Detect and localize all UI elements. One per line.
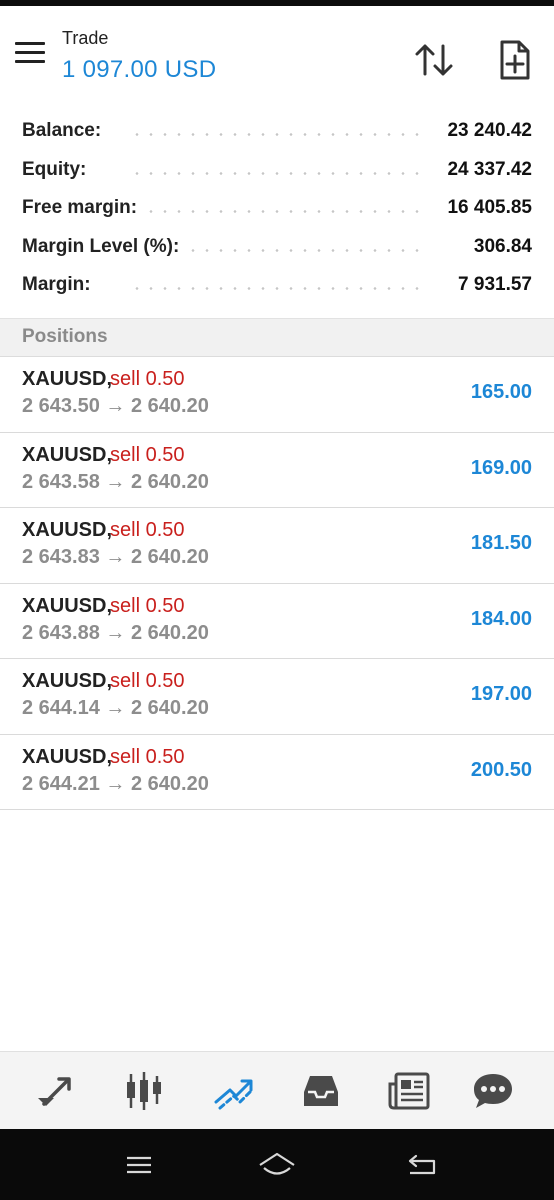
position-row[interactable]: XAUUSD, sell 0.50 2 643.50 → 2 640.20 16… [0,357,554,433]
position-symbol: XAUUSD, [22,443,113,466]
position-profit: 169.00 [470,456,532,479]
summary-label: Margin: [22,274,101,296]
position-side: sell 0.50 [110,670,185,692]
position-side: sell 0.50 [110,519,185,541]
position-profit: 200.50 [470,758,532,781]
summary-row-free-margin: Free margin: 16 405.85 [0,189,554,228]
chart-icon [127,1072,161,1110]
history-icon [304,1076,338,1106]
summary-value: 24 337.42 [437,158,532,181]
position-prices: 2 643.50 → 2 640.20 [22,395,209,417]
position-row[interactable]: XAUUSD, sell 0.50 2 643.88 → 2 640.20 18… [0,584,554,659]
account-summary: Balance: 23 240.42 Equity: 24 337.42 Fre… [0,112,554,305]
recent-apps-button[interactable] [117,1149,161,1181]
position-symbol: XAUUSD, [22,670,113,692]
summary-label: Balance: [22,120,112,142]
position-profit: 165.00 [470,381,532,403]
summary-value: 7 931.57 [448,274,532,296]
summary-row-margin-level: Margin Level (%): 306.84 [0,228,554,267]
new-order-icon [500,40,530,80]
news-icon [388,1072,430,1110]
position-side: sell 0.50 [110,594,185,617]
position-side: sell 0.50 [110,443,185,466]
position-symbol: XAUUSD, [22,368,113,390]
position-prices: 2 643.88 → 2 640.20 [22,621,209,644]
nav-chart[interactable] [120,1066,170,1116]
position-profit: 197.00 [470,683,532,705]
summary-label: Margin Level (%): [22,235,190,258]
position-prices: 2 643.83 → 2 640.20 [22,546,209,568]
position-row[interactable]: XAUUSD, sell 0.50 2 643.83 → 2 640.20 18… [0,508,554,584]
nav-messages[interactable] [468,1066,518,1116]
nav-history[interactable] [296,1066,346,1116]
position-symbol: XAUUSD, [22,594,113,617]
position-symbol: XAUUSD, [22,745,113,768]
summary-label: Free margin: [22,197,148,219]
nav-news[interactable] [384,1066,434,1116]
bottom-navigation [0,1051,554,1129]
account-profit: 1 097.00 USD [62,56,217,83]
position-row[interactable]: XAUUSD, sell 0.50 2 644.21 → 2 640.20 20… [0,735,554,810]
position-profit: 184.00 [470,607,532,630]
app-header: Trade 1 097.00 USD [0,6,554,104]
position-prices: 2 644.14 → 2 640.20 [22,697,209,719]
positions-list: XAUUSD, sell 0.50 2 643.50 → 2 640.20 16… [0,357,554,810]
position-side: sell 0.50 [110,368,185,390]
position-row[interactable]: XAUUSD, sell 0.50 2 644.14 → 2 640.20 19… [0,659,554,735]
quotes-icon [38,1077,71,1106]
summary-row-equity: Equity: 24 337.42 [0,151,554,190]
summary-value: 306.84 [463,235,532,258]
position-side: sell 0.50 [110,745,185,768]
positions-header-label: Positions [22,326,108,347]
position-symbol: XAUUSD, [22,519,113,541]
position-prices: 2 643.58 → 2 640.20 [22,470,209,493]
position-prices: 2 644.21 → 2 640.20 [22,772,209,795]
back-icon [408,1154,436,1175]
home-icon [259,1152,295,1175]
summary-row-balance: Balance: 23 240.42 [0,112,554,151]
summary-value: 23 240.42 [437,120,532,142]
nav-trade[interactable] [208,1066,258,1116]
position-row[interactable]: XAUUSD, sell 0.50 2 643.58 → 2 640.20 16… [0,433,554,508]
home-button[interactable] [255,1149,299,1181]
summary-value: 16 405.85 [437,197,532,219]
recent-apps-icon [127,1156,151,1174]
nav-quotes[interactable] [32,1066,82,1116]
trade-icon [214,1079,253,1110]
sort-button[interactable] [412,40,456,80]
positions-header: Positions [0,318,554,357]
summary-label: Equity: [22,158,97,181]
new-order-button[interactable] [494,38,534,82]
summary-row-margin: Margin: 7 931.57 [0,266,554,305]
back-button[interactable] [400,1149,444,1181]
messages-icon [474,1074,512,1108]
page-title: Trade [62,28,109,48]
menu-button[interactable] [14,42,48,70]
system-navigation-bar [0,1129,554,1200]
position-profit: 181.50 [470,532,532,554]
sort-icon [415,44,453,76]
